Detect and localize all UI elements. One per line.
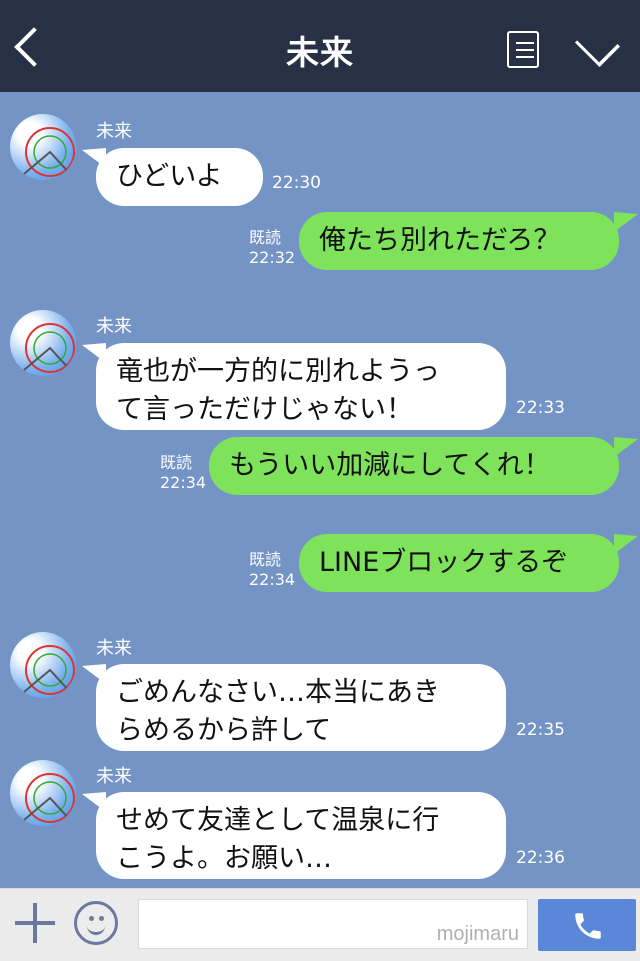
read-receipt: 既読 22:32 xyxy=(249,228,296,267)
read-receipt: 既読 22:34 xyxy=(249,550,296,589)
header-bar: 未来 xyxy=(0,0,640,92)
message-bubble[interactable]: せめて友達として温泉に行 こうよ。お願い… xyxy=(96,792,506,879)
message-text: ごめんなさい…本当にあき xyxy=(116,677,440,708)
message-input[interactable]: mojimaru xyxy=(138,899,528,949)
input-bar: mojimaru xyxy=(0,888,640,961)
call-button[interactable] xyxy=(538,899,636,951)
read-receipt: 既読 22:34 xyxy=(160,453,207,492)
message-text: せめて友達として温泉に行 xyxy=(116,805,440,836)
plus-icon[interactable] xyxy=(15,903,55,943)
avatar[interactable] xyxy=(10,114,76,180)
watermark: mojimaru xyxy=(436,923,519,945)
note-icon[interactable] xyxy=(507,31,539,68)
message-time: 22:30 xyxy=(272,173,321,193)
message-text: LINEブロックするぞ xyxy=(319,547,569,578)
avatar[interactable] xyxy=(10,632,76,698)
message-time: 22:33 xyxy=(516,398,565,418)
chat-title: 未来 xyxy=(286,33,354,72)
message-bubble[interactable]: LINEブロックするぞ xyxy=(299,534,619,592)
message-text: 竜也が一方的に別れようっ xyxy=(116,356,440,387)
sender-name: 未来 xyxy=(96,316,132,337)
sender-name: 未来 xyxy=(96,121,132,142)
message-bubble[interactable]: ごめんなさい…本当にあき らめるから許して xyxy=(96,664,506,751)
message-text: もういい加減にしてくれ！ xyxy=(229,450,551,481)
bubble-tail xyxy=(614,212,638,232)
message-text: 俺たち別れただろ？ xyxy=(319,225,561,256)
message-text: らめるから許して xyxy=(116,715,332,746)
message-text: こうよ。お願い… xyxy=(116,843,332,874)
message-time: 22:35 xyxy=(516,720,565,740)
bubble-tail xyxy=(614,534,638,554)
sender-name: 未来 xyxy=(96,638,132,659)
message-bubble[interactable]: もういい加減にしてくれ！ xyxy=(209,437,619,495)
phone-icon xyxy=(575,913,601,939)
message-text: ひどいよ xyxy=(116,161,223,192)
avatar[interactable] xyxy=(10,760,76,826)
message-bubble[interactable]: 俺たち別れただろ？ xyxy=(299,212,619,270)
smile-icon[interactable] xyxy=(74,901,118,945)
bubble-tail xyxy=(614,437,638,457)
message-time: 22:36 xyxy=(516,848,565,868)
message-bubble[interactable]: 竜也が一方的に別れようっ て言っただけじゃない！ xyxy=(96,343,506,430)
avatar[interactable] xyxy=(10,310,76,376)
sender-name: 未来 xyxy=(96,766,132,787)
message-text: て言っただけじゃない！ xyxy=(116,394,413,425)
message-bubble[interactable]: ひどいよ xyxy=(96,148,263,206)
